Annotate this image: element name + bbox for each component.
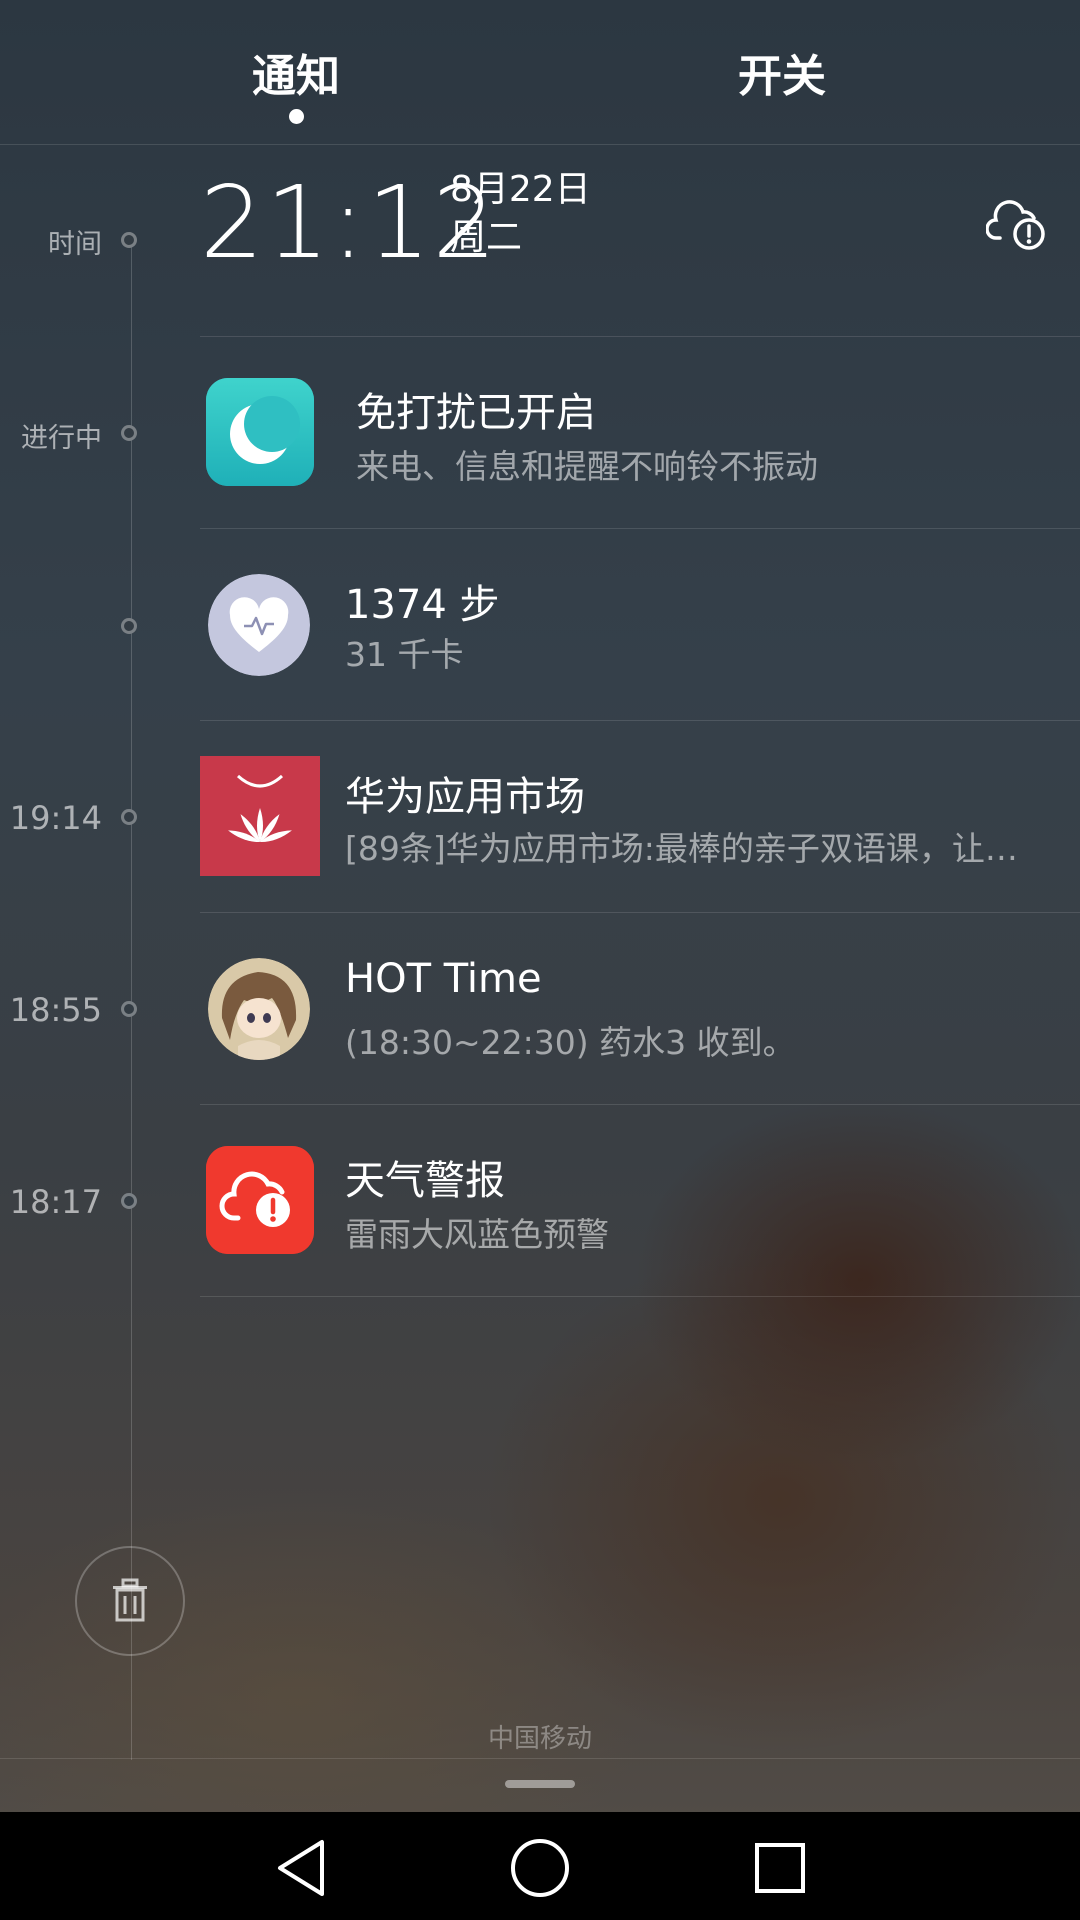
tab-bar: 通知 开关 [0,0,1080,145]
notification-hot-time[interactable]: HOT Time (18:30~22:30) 药水3 收到。 [200,912,1080,1105]
weekday-text: 周二 [450,217,523,258]
timeline-label-time-3: 18:17 [9,1183,102,1221]
recents-icon[interactable] [748,1836,812,1900]
heart-health-icon [208,574,310,676]
timeline-label-ongoing: 进行中 [21,423,102,454]
drag-handle[interactable] [505,1780,575,1788]
notification-steps[interactable]: 1374 步 31 千卡 [200,528,1080,721]
weather-alert-cloud-icon[interactable] [986,194,1048,250]
timeline-label-time-1: 19:14 [9,799,102,837]
timeline-node [121,618,137,634]
notification-subtitle: 雷雨大风蓝色预警 [345,1215,609,1254]
timeline-label-time: 时间 [48,229,102,260]
timeline-node [121,232,137,248]
notification-title: 免打扰已开启 [356,390,596,436]
timeline-line [131,240,132,1760]
notification-subtitle: 来电、信息和提醒不响铃不振动 [356,447,818,486]
timeline-node [121,425,137,441]
clock-row: 21:12 8月22日 周二 [200,144,1080,337]
tab-notifications[interactable]: 通知 [176,40,416,104]
notification-title: 天气警报 [345,1158,505,1204]
anime-avatar-icon [208,958,310,1060]
timeline-node [121,1001,137,1017]
carrier-name: 中国移动 [487,1724,592,1754]
timeline-label-time-2: 18:55 [9,991,102,1029]
home-icon[interactable] [508,1836,572,1900]
divider [0,1758,1080,1759]
huawei-appgallery-icon [200,756,320,876]
clear-all-button[interactable] [75,1546,185,1656]
notification-subtitle: [89条]华为应用市场:最棒的亲子双语课，让… [345,829,1018,868]
moon-icon [206,378,314,486]
trash-icon [113,1578,147,1622]
notification-appgallery[interactable]: 华为应用市场 [89条]华为应用市场:最棒的亲子双语课，让… [200,720,1080,913]
notification-title: 华为应用市场 [345,774,585,820]
notification-weather-alert[interactable]: 天气警报 雷雨大风蓝色预警 [200,1104,1080,1297]
active-tab-indicator [289,109,304,124]
clock-date: 8月22日 周二 [450,166,591,262]
notification-subtitle: (18:30~22:30) 药水3 收到。 [345,1023,796,1062]
back-icon[interactable] [270,1836,334,1900]
notification-dnd[interactable]: 免打扰已开启 来电、信息和提醒不响铃不振动 [200,336,1080,529]
weather-alert-icon [206,1146,314,1254]
notification-title: HOT Time [345,956,542,1002]
tab-switches[interactable]: 开关 [662,40,902,104]
date-text: 8月22日 [450,169,591,210]
timeline-node [121,1193,137,1209]
notification-title: 1374 步 [345,582,500,628]
navigation-bar [0,1812,1080,1920]
notification-subtitle: 31 千卡 [345,635,464,674]
timeline-node [121,809,137,825]
